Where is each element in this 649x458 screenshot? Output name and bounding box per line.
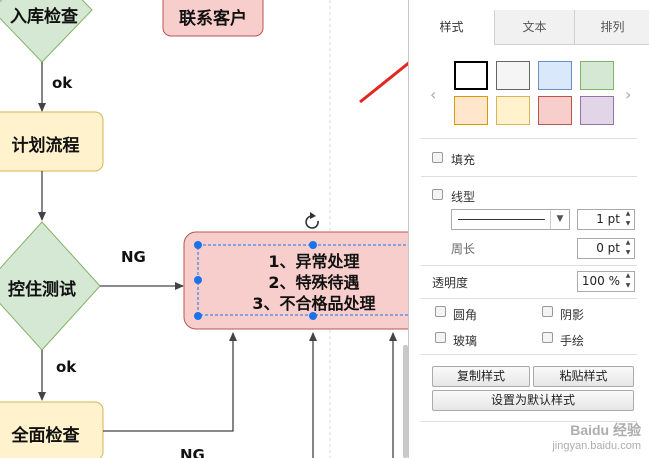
format-tabs: 样式 文本 排列 <box>409 10 649 45</box>
handling-line-3: 3、不合格品处理 <box>252 294 376 313</box>
swatch-0[interactable] <box>454 61 488 90</box>
opacity-stepper[interactable]: ▲ ▼ <box>623 271 633 292</box>
swatch-4[interactable] <box>454 96 488 125</box>
watermark-line-2: jingyan.baidu.com <box>552 440 641 452</box>
format-panel: 样式 文本 排列 ‹ › 填充 线型 ▼ 1 pt ▲ ▼ 周长 0 pt ▲ ▼ … <box>408 0 649 458</box>
sketch-label: 手绘 <box>560 334 585 348</box>
fill-checkbox[interactable] <box>432 152 443 163</box>
full-check-label: 全面检查 <box>11 426 80 446</box>
divider <box>421 354 637 355</box>
swatch-1[interactable] <box>496 61 530 90</box>
swatch-2[interactable] <box>538 61 572 90</box>
watermark-line-1: Baidu 经验 <box>570 422 641 438</box>
handling-label: 1、异常处理 2、特殊待遇 3、不合格品处理 <box>214 251 408 314</box>
top-diamond-label: 入库检查 <box>10 7 78 27</box>
handling-line-1: 1、异常处理 <box>268 252 360 271</box>
edge-full-check-to-handling <box>103 332 237 432</box>
swatch-prev-icon[interactable]: ‹ <box>430 85 436 104</box>
resize-handle-w <box>194 276 202 284</box>
glass-checkbox[interactable] <box>435 332 446 343</box>
divider <box>421 176 637 177</box>
line-pattern-select[interactable]: ▼ <box>451 209 570 230</box>
opacity-label: 透明度 <box>432 276 469 290</box>
rotate-handle-icon[interactable] <box>305 212 319 229</box>
line-width-stepper[interactable]: ▲ ▼ <box>623 209 633 230</box>
rounded-checkbox[interactable] <box>435 306 446 317</box>
control-test-label: 控住测试 <box>8 280 76 300</box>
handling-line-2: 2、特殊待遇 <box>268 273 360 292</box>
divider <box>421 138 637 139</box>
swatch-5[interactable] <box>496 96 530 125</box>
annotation-arrow <box>359 61 408 104</box>
set-default-style-button[interactable]: 设置为默认样式 <box>432 390 634 411</box>
tab-arrange[interactable]: 排列 <box>575 10 649 45</box>
swatch-7[interactable] <box>580 96 614 125</box>
chevron-down-icon: ▼ <box>550 210 569 229</box>
tab-text[interactable]: 文本 <box>495 10 575 45</box>
resize-handle-nw <box>194 241 202 249</box>
watermark: Baidu 经验 jingyan.baidu.com <box>552 420 641 452</box>
top-rect-label: 联系客户 <box>179 9 247 29</box>
resize-handle-n <box>309 241 317 249</box>
divider <box>421 298 637 299</box>
diagram-drawing <box>0 0 408 458</box>
glass-label: 玻璃 <box>453 334 478 348</box>
sketch-checkbox[interactable] <box>542 332 553 343</box>
shadow-checkbox[interactable] <box>542 306 553 317</box>
rounded-label: 圆角 <box>453 308 478 322</box>
swatch-6[interactable] <box>538 96 572 125</box>
perimeter-stepper[interactable]: ▲ ▼ <box>623 238 633 259</box>
resize-handle-sw <box>194 312 202 320</box>
line-checkbox[interactable] <box>432 189 443 200</box>
swatch-3[interactable] <box>580 61 614 90</box>
perimeter-label: 周长 <box>451 242 476 256</box>
line-label: 线型 <box>451 190 476 204</box>
divider <box>421 265 637 266</box>
diagram-canvas[interactable]: 入库检查 联系客户 计划流程 控住测试 全面检查 1、异常处理 2、特殊待遇 3… <box>0 0 408 458</box>
shadow-label: 阴影 <box>560 308 585 322</box>
line-pattern-preview <box>458 219 545 220</box>
edge-label-ok-1: ok <box>52 74 73 92</box>
plan-process-label: 计划流程 <box>11 136 80 156</box>
edge-label-ok-2: ok <box>56 358 77 376</box>
tab-style[interactable]: 样式 <box>409 10 495 45</box>
edge-label-ng-1: NG <box>121 248 146 266</box>
edge-label-ng-2: NG <box>180 446 205 458</box>
paste-style-button[interactable]: 粘贴样式 <box>533 366 634 387</box>
copy-style-button[interactable]: 复制样式 <box>432 366 530 387</box>
swatch-next-icon[interactable]: › <box>625 85 631 104</box>
fill-label: 填充 <box>451 153 476 167</box>
